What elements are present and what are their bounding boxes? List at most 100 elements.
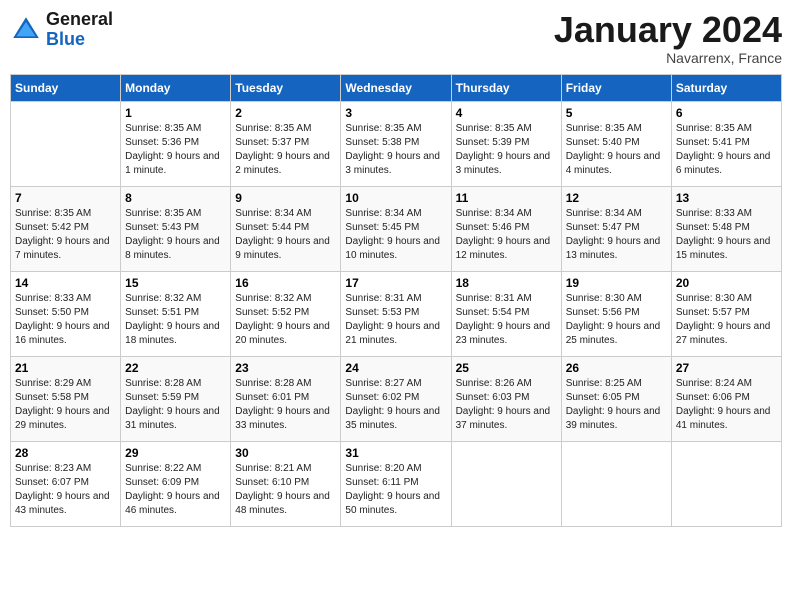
cell-details: Sunrise: 8:34 AMSunset: 5:44 PMDaylight:… bbox=[235, 207, 336, 263]
calendar-cell: 23 Sunrise: 8:28 AMSunset: 6:01 PMDayligh… bbox=[231, 356, 341, 441]
cell-details: Sunrise: 8:34 AMSunset: 5:46 PMDaylight:… bbox=[456, 207, 557, 263]
cell-details: Sunrise: 8:35 AMSunset: 5:36 PMDaylight:… bbox=[125, 122, 226, 178]
calendar-cell: 5 Sunrise: 8:35 AMSunset: 5:40 PMDaylight… bbox=[561, 101, 671, 186]
cell-details: Sunrise: 8:31 AMSunset: 5:53 PMDaylight:… bbox=[345, 292, 446, 348]
column-header-saturday: Saturday bbox=[671, 74, 781, 101]
cell-details: Sunrise: 8:35 AMSunset: 5:42 PMDaylight:… bbox=[15, 207, 116, 263]
cell-details: Sunrise: 8:34 AMSunset: 5:45 PMDaylight:… bbox=[345, 207, 446, 263]
column-header-sunday: Sunday bbox=[11, 74, 121, 101]
week-row-4: 21 Sunrise: 8:29 AMSunset: 5:58 PMDayligh… bbox=[11, 356, 782, 441]
calendar-cell: 30Sunrise: 8:21 AMSunset: 6:10 PMDayligh… bbox=[231, 441, 341, 526]
day-number: 1 bbox=[125, 106, 226, 120]
calendar-cell bbox=[451, 441, 561, 526]
column-header-thursday: Thursday bbox=[451, 74, 561, 101]
calendar-cell: 26 Sunrise: 8:25 AMSunset: 6:05 PMDayligh… bbox=[561, 356, 671, 441]
cell-details: Sunrise: 8:25 AMSunset: 6:05 PMDaylight:… bbox=[566, 377, 667, 433]
cell-details: Sunrise: 8:27 AMSunset: 6:02 PMDaylight:… bbox=[345, 377, 446, 433]
calendar-cell: 22 Sunrise: 8:28 AMSunset: 5:59 PMDayligh… bbox=[121, 356, 231, 441]
day-number: 26 bbox=[566, 361, 667, 375]
week-row-2: 7Sunrise: 8:35 AMSunset: 5:42 PMDaylight… bbox=[11, 186, 782, 271]
calendar-cell: 1 Sunrise: 8:35 AMSunset: 5:36 PMDaylight… bbox=[121, 101, 231, 186]
calendar-cell: 24Sunrise: 8:27 AMSunset: 6:02 PMDayligh… bbox=[341, 356, 451, 441]
cell-details: Sunrise: 8:28 AMSunset: 6:01 PMDaylight:… bbox=[235, 377, 336, 433]
cell-details: Sunrise: 8:29 AMSunset: 5:58 PMDaylight:… bbox=[15, 377, 116, 433]
logo-general: General bbox=[46, 9, 113, 29]
day-number: 25 bbox=[456, 361, 557, 375]
calendar-table: SundayMondayTuesdayWednesdayThursdayFrid… bbox=[10, 74, 782, 527]
cell-details: Sunrise: 8:30 AMSunset: 5:56 PMDaylight:… bbox=[566, 292, 667, 348]
logo-icon bbox=[10, 14, 42, 46]
column-header-friday: Friday bbox=[561, 74, 671, 101]
cell-details: Sunrise: 8:33 AMSunset: 5:48 PMDaylight:… bbox=[676, 207, 777, 263]
calendar-cell: 13 Sunrise: 8:33 AMSunset: 5:48 PMDayligh… bbox=[671, 186, 781, 271]
day-number: 9 bbox=[235, 191, 336, 205]
logo: General Blue bbox=[10, 10, 113, 50]
day-number: 2 bbox=[235, 106, 336, 120]
calendar-cell bbox=[11, 101, 121, 186]
day-number: 20 bbox=[676, 276, 777, 290]
calendar-cell: 16Sunrise: 8:32 AMSunset: 5:52 PMDayligh… bbox=[231, 271, 341, 356]
day-number: 4 bbox=[456, 106, 557, 120]
day-number: 19 bbox=[566, 276, 667, 290]
cell-details: Sunrise: 8:23 AMSunset: 6:07 PMDaylight:… bbox=[15, 462, 116, 518]
calendar-cell: 2Sunrise: 8:35 AMSunset: 5:37 PMDaylight… bbox=[231, 101, 341, 186]
page-header: General Blue January 2024 Navarrenx, Fra… bbox=[10, 10, 782, 66]
cell-details: Sunrise: 8:21 AMSunset: 6:10 PMDaylight:… bbox=[235, 462, 336, 518]
day-number: 28 bbox=[15, 446, 116, 460]
week-row-3: 14 Sunrise: 8:33 AMSunset: 5:50 PMDayligh… bbox=[11, 271, 782, 356]
day-number: 31 bbox=[345, 446, 446, 460]
calendar-cell: 25Sunrise: 8:26 AMSunset: 6:03 PMDayligh… bbox=[451, 356, 561, 441]
cell-details: Sunrise: 8:34 AMSunset: 5:47 PMDaylight:… bbox=[566, 207, 667, 263]
column-header-monday: Monday bbox=[121, 74, 231, 101]
day-number: 14 bbox=[15, 276, 116, 290]
column-header-wednesday: Wednesday bbox=[341, 74, 451, 101]
calendar-cell: 3Sunrise: 8:35 AMSunset: 5:38 PMDaylight… bbox=[341, 101, 451, 186]
cell-details: Sunrise: 8:30 AMSunset: 5:57 PMDaylight:… bbox=[676, 292, 777, 348]
calendar-cell: 31 Sunrise: 8:20 AMSunset: 6:11 PMDayligh… bbox=[341, 441, 451, 526]
month-title: January 2024 bbox=[554, 10, 782, 50]
cell-details: Sunrise: 8:31 AMSunset: 5:54 PMDaylight:… bbox=[456, 292, 557, 348]
day-number: 23 bbox=[235, 361, 336, 375]
calendar-cell: 6Sunrise: 8:35 AMSunset: 5:41 PMDaylight… bbox=[671, 101, 781, 186]
day-number: 21 bbox=[15, 361, 116, 375]
day-number: 8 bbox=[125, 191, 226, 205]
calendar-cell: 4 Sunrise: 8:35 AMSunset: 5:39 PMDaylight… bbox=[451, 101, 561, 186]
day-number: 10 bbox=[345, 191, 446, 205]
logo-text: General Blue bbox=[46, 10, 113, 50]
cell-details: Sunrise: 8:35 AMSunset: 5:40 PMDaylight:… bbox=[566, 122, 667, 178]
cell-details: Sunrise: 8:35 AMSunset: 5:43 PMDaylight:… bbox=[125, 207, 226, 263]
calendar-cell: 14 Sunrise: 8:33 AMSunset: 5:50 PMDayligh… bbox=[11, 271, 121, 356]
calendar-cell: 12Sunrise: 8:34 AMSunset: 5:47 PMDayligh… bbox=[561, 186, 671, 271]
calendar-cell: 28 Sunrise: 8:23 AMSunset: 6:07 PMDayligh… bbox=[11, 441, 121, 526]
logo-blue: Blue bbox=[46, 29, 85, 49]
calendar-cell: 15 Sunrise: 8:32 AMSunset: 5:51 PMDayligh… bbox=[121, 271, 231, 356]
cell-details: Sunrise: 8:28 AMSunset: 5:59 PMDaylight:… bbox=[125, 377, 226, 433]
location: Navarrenx, France bbox=[554, 50, 782, 66]
calendar-cell: 21 Sunrise: 8:29 AMSunset: 5:58 PMDayligh… bbox=[11, 356, 121, 441]
calendar-cell: 8 Sunrise: 8:35 AMSunset: 5:43 PMDaylight… bbox=[121, 186, 231, 271]
calendar-cell: 19 Sunrise: 8:30 AMSunset: 5:56 PMDayligh… bbox=[561, 271, 671, 356]
day-number: 18 bbox=[456, 276, 557, 290]
day-number: 22 bbox=[125, 361, 226, 375]
title-block: January 2024 Navarrenx, France bbox=[554, 10, 782, 66]
cell-details: Sunrise: 8:20 AMSunset: 6:11 PMDaylight:… bbox=[345, 462, 446, 518]
week-row-1: 1 Sunrise: 8:35 AMSunset: 5:36 PMDaylight… bbox=[11, 101, 782, 186]
cell-details: Sunrise: 8:33 AMSunset: 5:50 PMDaylight:… bbox=[15, 292, 116, 348]
calendar-cell: 17 Sunrise: 8:31 AMSunset: 5:53 PMDayligh… bbox=[341, 271, 451, 356]
calendar-cell: 7Sunrise: 8:35 AMSunset: 5:42 PMDaylight… bbox=[11, 186, 121, 271]
cell-details: Sunrise: 8:22 AMSunset: 6:09 PMDaylight:… bbox=[125, 462, 226, 518]
day-number: 6 bbox=[676, 106, 777, 120]
day-number: 27 bbox=[676, 361, 777, 375]
cell-details: Sunrise: 8:35 AMSunset: 5:38 PMDaylight:… bbox=[345, 122, 446, 178]
calendar-cell: 20 Sunrise: 8:30 AMSunset: 5:57 PMDayligh… bbox=[671, 271, 781, 356]
calendar-cell: 10 Sunrise: 8:34 AMSunset: 5:45 PMDayligh… bbox=[341, 186, 451, 271]
day-number: 15 bbox=[125, 276, 226, 290]
day-number: 17 bbox=[345, 276, 446, 290]
cell-details: Sunrise: 8:32 AMSunset: 5:52 PMDaylight:… bbox=[235, 292, 336, 348]
calendar-cell: 27Sunrise: 8:24 AMSunset: 6:06 PMDayligh… bbox=[671, 356, 781, 441]
cell-details: Sunrise: 8:35 AMSunset: 5:39 PMDaylight:… bbox=[456, 122, 557, 178]
calendar-cell: 29Sunrise: 8:22 AMSunset: 6:09 PMDayligh… bbox=[121, 441, 231, 526]
day-number: 13 bbox=[676, 191, 777, 205]
cell-details: Sunrise: 8:32 AMSunset: 5:51 PMDaylight:… bbox=[125, 292, 226, 348]
day-number: 5 bbox=[566, 106, 667, 120]
